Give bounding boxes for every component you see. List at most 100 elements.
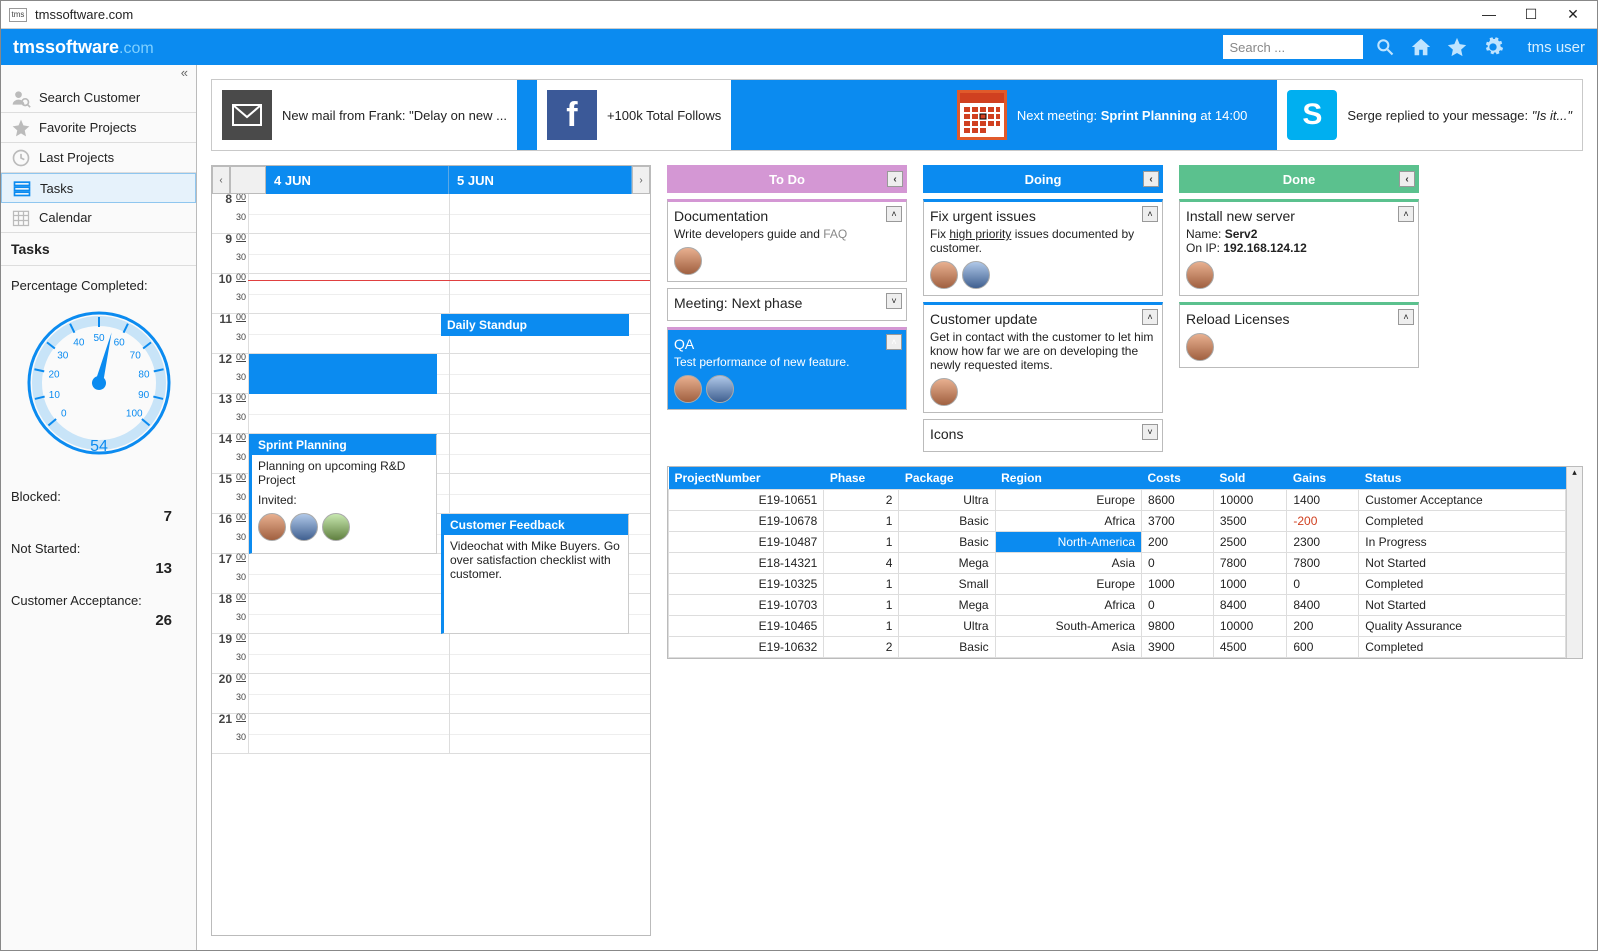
kanban-todo: To Do‹ Documentation˄Write developers gu… (667, 165, 907, 452)
kanban-card[interactable]: Reload Licenses˄ (1179, 302, 1419, 368)
sidebar-item-tasks[interactable]: Tasks (1, 173, 196, 203)
kanban-card[interactable]: Customer update˄Get in contact with the … (923, 302, 1163, 413)
top-bar: tmssoftware.com Search ... tms user (1, 29, 1597, 65)
skype-icon: S (1287, 90, 1337, 140)
svg-text:60: 60 (113, 338, 125, 349)
table-header[interactable]: ProjectNumber (669, 467, 824, 490)
mail-icon (222, 90, 272, 140)
table-header[interactable]: Sold (1213, 467, 1287, 490)
notif-meeting-text: Next meeting: Sprint Planning at 14:00 (1017, 108, 1248, 123)
svg-text:70: 70 (129, 351, 141, 362)
chevron-left-icon[interactable]: ‹ (1143, 171, 1159, 187)
kanban-card[interactable]: Documentation˄Write developers guide and… (667, 199, 907, 282)
chevron-icon[interactable]: ˄ (1398, 309, 1414, 325)
sidebar-collapse[interactable]: « (1, 65, 196, 83)
sidebar-item-label: Search Customer (39, 90, 140, 105)
table-header[interactable]: Costs (1142, 467, 1214, 490)
svg-text:50: 50 (93, 333, 105, 344)
facebook-icon: f (547, 90, 597, 140)
star-icon[interactable] (1443, 33, 1471, 61)
home-icon[interactable] (1407, 33, 1435, 61)
app-favicon: tms (9, 8, 27, 22)
kanban-todo-header[interactable]: To Do‹ (667, 165, 907, 193)
search-icon[interactable] (1371, 33, 1399, 61)
table-header[interactable]: Status (1359, 467, 1566, 490)
sidebar-item-search-customer[interactable]: Search Customer (1, 83, 196, 113)
window-title: tmssoftware.com (35, 7, 133, 22)
kanban-card[interactable]: Install new server˄Name: Serv2On IP: 192… (1179, 199, 1419, 296)
sidebar-icon (11, 208, 31, 228)
kanban-doing-header[interactable]: Doing‹ (923, 165, 1163, 193)
chevron-left-icon[interactable]: ‹ (887, 171, 903, 187)
window-minimize[interactable]: — (1477, 6, 1501, 23)
notif-facebook[interactable]: f +100k Total Follows (537, 80, 731, 150)
sidebar: « Search Customer Favorite ProjectsLast P… (1, 65, 197, 950)
table-row[interactable]: E19-103251SmallEurope100010000Completed (669, 574, 1582, 595)
calendar-grid[interactable]: 8003090030100030110030120030130030140030… (212, 194, 650, 935)
window-close[interactable]: ✕ (1561, 6, 1585, 23)
notif-skype[interactable]: S Serge replied to your message: "Is it.… (1277, 80, 1582, 150)
custacc-value: 26 (11, 612, 186, 629)
svg-text:20: 20 (48, 369, 60, 380)
calendar-event[interactable]: Sprint PlanningPlanning on upcoming R&D … (249, 434, 437, 554)
table-row[interactable]: E19-107031MegaAfrica084008400Not Started (669, 595, 1582, 616)
brand-main: tmssoftware (13, 37, 119, 57)
table-header[interactable]: Phase (824, 467, 899, 490)
cal-next[interactable]: › (632, 166, 650, 194)
chevron-left-icon[interactable]: ‹ (1399, 171, 1415, 187)
chevron-icon[interactable]: ˅ (1142, 424, 1158, 440)
cal-prev[interactable]: ‹ (212, 166, 230, 194)
cal-day-1[interactable]: 5 JUN (449, 166, 632, 194)
chevron-icon[interactable]: ˄ (1142, 206, 1158, 222)
sidebar-item-favorite-projects[interactable]: Favorite Projects (1, 113, 196, 143)
table-header[interactable]: Gains (1287, 467, 1359, 490)
table-row[interactable]: E19-104871BasicNorth-America20025002300I… (669, 532, 1582, 553)
project-table[interactable]: ProjectNumberPhasePackageRegionCostsSold… (667, 466, 1583, 659)
sidebar-item-label: Tasks (40, 181, 73, 196)
current-user[interactable]: tms user (1527, 39, 1585, 56)
table-row[interactable]: E19-106322BasicAsia39004500600Completed (669, 637, 1582, 658)
calendar-event[interactable]: Customer FeedbackVideochat with Mike Buy… (441, 514, 629, 634)
sidebar-icon (11, 88, 31, 108)
table-row[interactable]: E18-143214MegaAsia078007800Not Started (669, 553, 1582, 574)
blocked-value: 7 (11, 508, 186, 525)
sidebar-item-calendar[interactable]: Calendar (1, 203, 196, 233)
window-maximize[interactable]: ☐ (1519, 6, 1543, 23)
gear-icon[interactable] (1479, 33, 1507, 61)
chevron-icon[interactable]: ˄ (1142, 309, 1158, 325)
svg-text:80: 80 (138, 369, 150, 380)
table-header[interactable]: Package (899, 467, 995, 490)
sidebar-item-label: Calendar (39, 210, 92, 225)
notif-fb-text: +100k Total Follows (607, 108, 721, 123)
calendar-event[interactable] (249, 354, 437, 394)
table-scrollbar[interactable]: ▴ (1566, 467, 1582, 658)
kanban-card[interactable]: Fix urgent issues˄Fix high priority issu… (923, 199, 1163, 296)
notif-mail[interactable]: New mail from Frank: "Delay on new ... (212, 80, 517, 150)
sidebar-item-last-projects[interactable]: Last Projects (1, 143, 196, 173)
calendar-widget: ‹ 4 JUN 5 JUN › 800309003010003011003012… (211, 165, 651, 936)
chevron-icon[interactable]: ˄ (1398, 206, 1414, 222)
svg-text:90: 90 (138, 390, 150, 401)
kanban-card[interactable]: Meeting: Next phase˅ (667, 288, 907, 321)
svg-text:30: 30 (57, 351, 69, 362)
search-input[interactable]: Search ... (1223, 35, 1363, 59)
svg-text:10: 10 (48, 390, 60, 401)
table-header[interactable]: Region (995, 467, 1141, 490)
sidebar-icon (12, 178, 32, 198)
calendar-event[interactable]: Daily Standup (441, 314, 629, 336)
notif-skype-text: Serge replied to your message: "Is it...… (1347, 108, 1572, 123)
table-row[interactable]: E19-106781BasicAfrica37003500-200Complet… (669, 511, 1582, 532)
notif-meeting[interactable]: Next meeting: Sprint Planning at 14:00 (947, 80, 1258, 150)
cal-day-0[interactable]: 4 JUN (266, 166, 449, 194)
kanban-card[interactable]: Icons˅ (923, 419, 1163, 452)
chevron-icon[interactable]: ˄ (886, 334, 902, 350)
table-row[interactable]: E19-106512UltraEurope8600100001400Custom… (669, 490, 1582, 511)
svg-text:0: 0 (60, 409, 66, 420)
notif-mail-text: New mail from Frank: "Delay on new ... (282, 108, 507, 123)
chevron-icon[interactable]: ˅ (886, 293, 902, 309)
pct-label: Percentage Completed: (11, 278, 186, 293)
chevron-icon[interactable]: ˄ (886, 206, 902, 222)
kanban-card[interactable]: QA˄Test performance of new feature. (667, 327, 907, 410)
table-row[interactable]: E19-104651UltraSouth-America980010000200… (669, 616, 1582, 637)
kanban-done-header[interactable]: Done‹ (1179, 165, 1419, 193)
